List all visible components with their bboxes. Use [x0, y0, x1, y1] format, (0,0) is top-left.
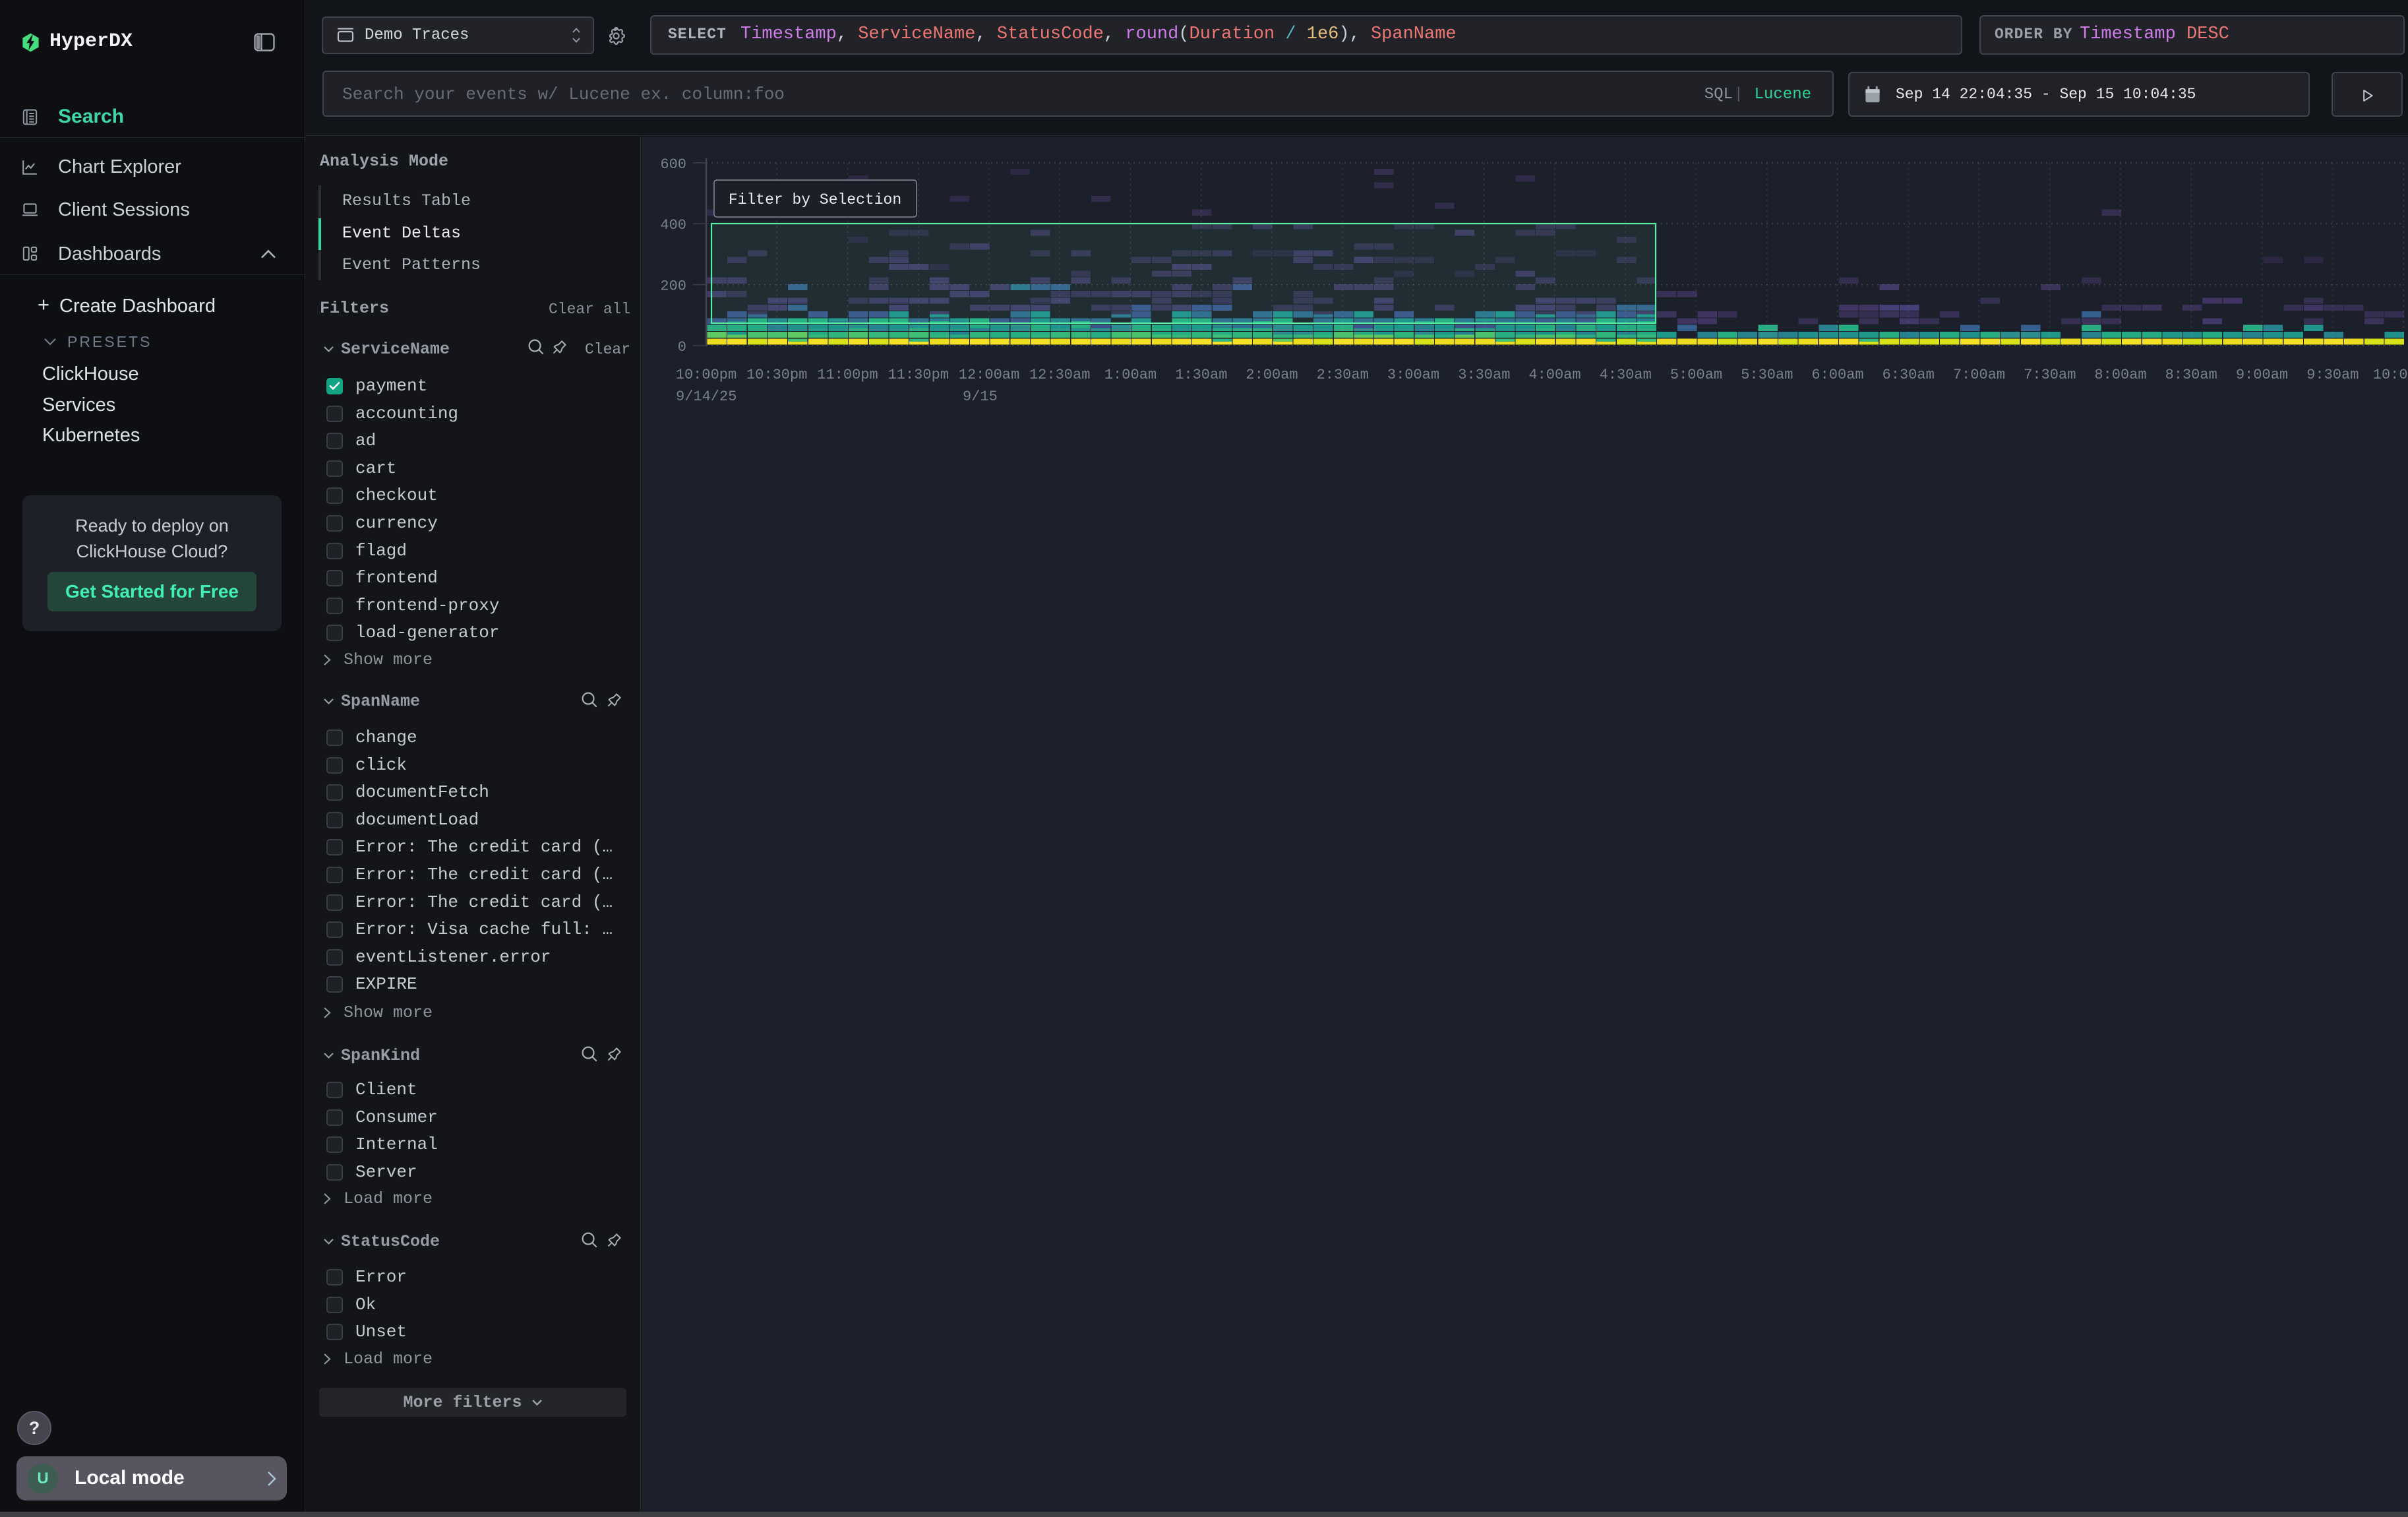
- svg-text:4:00am: 4:00am: [1528, 367, 1580, 383]
- svg-text:8:30am: 8:30am: [2165, 367, 2217, 383]
- svg-text:200: 200: [660, 278, 686, 295]
- svg-text:9/14/25: 9/14/25: [676, 388, 737, 405]
- svg-text:12:00am: 12:00am: [959, 367, 1019, 383]
- svg-text:9/15: 9/15: [963, 388, 998, 405]
- svg-text:2:30am: 2:30am: [1317, 367, 1369, 383]
- svg-text:10:00am: 10:00am: [2373, 367, 2408, 383]
- svg-text:2:00am: 2:00am: [1246, 367, 1298, 383]
- svg-text:7:30am: 7:30am: [2024, 367, 2076, 383]
- svg-text:600: 600: [660, 156, 686, 173]
- svg-text:3:00am: 3:00am: [1387, 367, 1439, 383]
- svg-text:1:00am: 1:00am: [1104, 367, 1157, 383]
- svg-text:0: 0: [678, 339, 686, 356]
- svg-text:5:00am: 5:00am: [1670, 367, 1722, 383]
- svg-text:7:00am: 7:00am: [1953, 367, 2005, 383]
- svg-text:11:30pm: 11:30pm: [888, 367, 949, 383]
- svg-text:400: 400: [660, 217, 686, 233]
- svg-text:9:30am: 9:30am: [2306, 367, 2359, 383]
- svg-text:11:00pm: 11:00pm: [817, 367, 878, 383]
- svg-text:9:00am: 9:00am: [2236, 367, 2288, 383]
- svg-text:6:00am: 6:00am: [1811, 367, 1863, 383]
- svg-text:1:30am: 1:30am: [1175, 367, 1227, 383]
- svg-text:3:30am: 3:30am: [1458, 367, 1510, 383]
- svg-text:5:30am: 5:30am: [1741, 367, 1793, 383]
- svg-text:10:30pm: 10:30pm: [746, 367, 807, 383]
- svg-text:10:00pm: 10:00pm: [676, 367, 737, 383]
- svg-text:4:30am: 4:30am: [1600, 367, 1652, 383]
- svg-text:6:30am: 6:30am: [1882, 367, 1935, 383]
- svg-text:Filter by Selection: Filter by Selection: [729, 191, 901, 208]
- svg-text:12:30am: 12:30am: [1029, 367, 1090, 383]
- svg-text:8:00am: 8:00am: [2094, 367, 2146, 383]
